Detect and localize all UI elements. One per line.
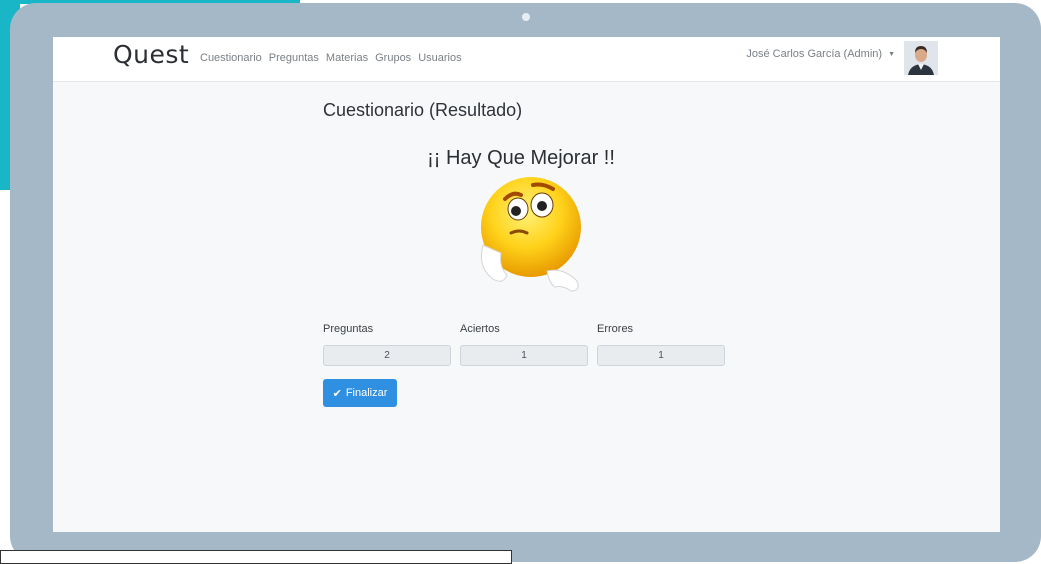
caret-down-icon: ▼ [888,50,895,58]
page-title: Cuestionario (Resultado) [323,100,523,120]
stat-value-errores: 1 [597,345,725,366]
check-icon: ✔ [332,387,342,400]
stat-label-errores: Errores [597,323,634,335]
webcam-dot [522,13,530,21]
avatar[interactable] [904,41,938,75]
nav-link-preguntas[interactable]: Preguntas [269,52,319,64]
bottom-strip [0,550,512,564]
stat-label-preguntas: Preguntas [323,323,374,335]
stat-value-preguntas: 2 [323,345,451,366]
stat-label-aciertos: Aciertos [460,323,500,335]
nav-links: Cuestionario Preguntas Materias Grupos U… [200,52,462,64]
thinking-emoji-icon [463,175,593,301]
nav-link-usuarios[interactable]: Usuarios [418,52,461,64]
laptop-frame: Quest Cuestionario Preguntas Materias Gr… [10,3,1041,562]
nav-link-grupos[interactable]: Grupos [375,52,411,64]
nav-link-cuestionario[interactable]: Cuestionario [200,52,262,64]
user-name: José Carlos García (Admin) [746,48,883,60]
finalizar-button[interactable]: ✔ Finalizar [323,379,397,407]
stat-value-aciertos: 1 [460,345,588,366]
finalizar-label: Finalizar [345,387,388,399]
user-menu[interactable]: José Carlos García (Admin) ▼ [746,48,895,60]
nav-link-materias[interactable]: Materias [326,52,368,64]
result-heading: ¡¡ Hay Que Mejorar !! [427,147,615,169]
app-screen: Quest Cuestionario Preguntas Materias Gr… [53,37,1000,532]
navbar: Quest Cuestionario Preguntas Materias Gr… [53,37,1000,82]
brand-logo[interactable]: Quest [113,40,189,69]
